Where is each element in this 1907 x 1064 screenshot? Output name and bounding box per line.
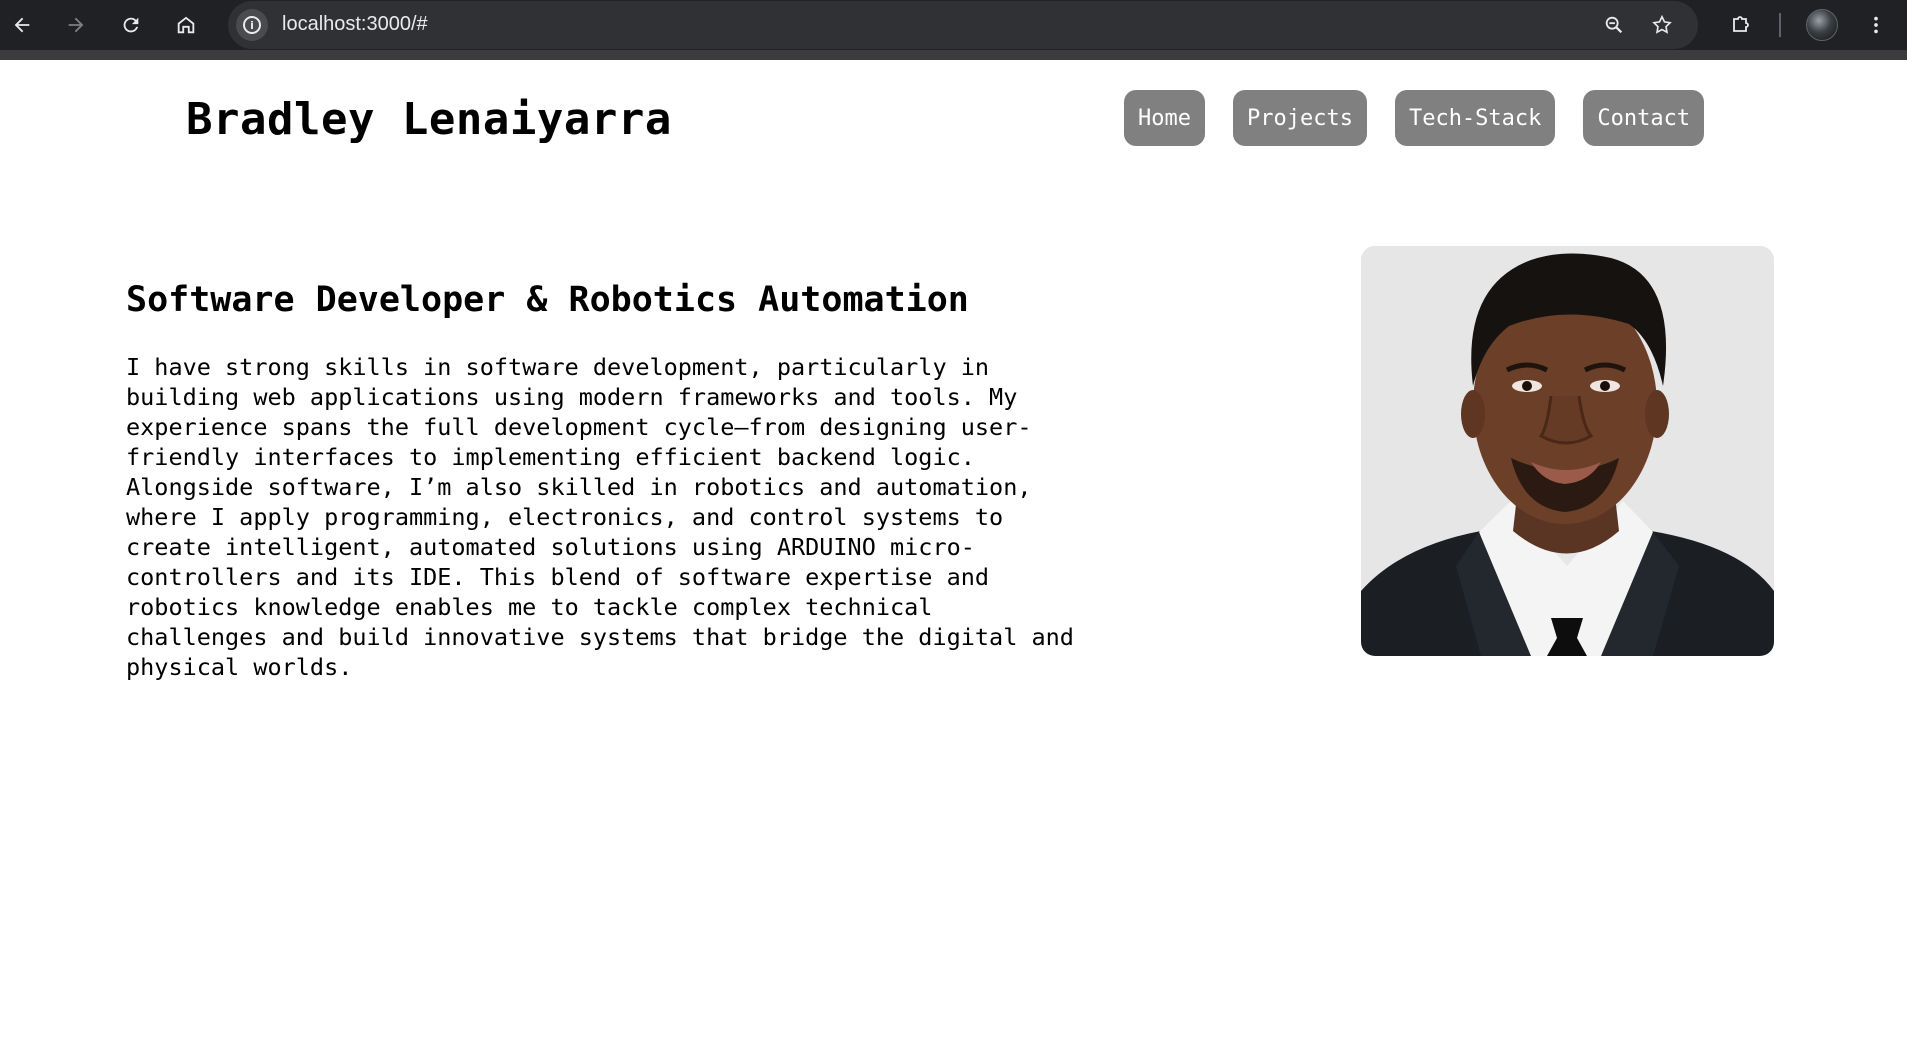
hero-heading: Software Developer & Robotics Automation xyxy=(126,280,969,320)
kebab-menu-icon xyxy=(1874,16,1878,34)
reload-button[interactable] xyxy=(113,7,149,43)
home-button[interactable] xyxy=(168,7,204,43)
nav-projects[interactable]: Projects xyxy=(1232,90,1367,146)
info-icon: i xyxy=(243,16,261,34)
extensions-button[interactable] xyxy=(1722,7,1758,43)
nav-home[interactable]: Home xyxy=(1124,90,1205,146)
address-bar[interactable]: i localhost:3000/# xyxy=(228,1,1698,49)
zoom-icon xyxy=(1605,16,1623,34)
main-nav: Home Projects Tech-Stack Contact xyxy=(1124,90,1705,146)
portrait-image xyxy=(1361,246,1774,656)
menu-button[interactable] xyxy=(1858,7,1894,43)
home-icon xyxy=(177,16,195,34)
browser-toolbar-edge xyxy=(0,50,1907,60)
zoom-button[interactable] xyxy=(1598,9,1630,41)
reload-icon xyxy=(123,17,139,33)
forward-button[interactable] xyxy=(58,7,94,43)
bookmark-button[interactable] xyxy=(1646,9,1678,41)
arrow-left-icon xyxy=(14,17,30,33)
nav-contact[interactable]: Contact xyxy=(1583,90,1705,146)
hero-paragraph: I have strong skills in software develop… xyxy=(126,353,1074,681)
url-text[interactable]: localhost:3000/# xyxy=(282,13,428,36)
toolbar-separator xyxy=(1779,13,1781,37)
back-button[interactable] xyxy=(4,7,40,43)
profile-photo xyxy=(1361,246,1774,656)
puzzle-icon xyxy=(1733,16,1749,32)
nav-tech-stack[interactable]: Tech-Stack xyxy=(1394,90,1556,146)
site-info-button[interactable]: i xyxy=(236,9,268,41)
profile-avatar[interactable] xyxy=(1806,9,1838,41)
browser-chrome: i localhost:3000/# xyxy=(0,0,1907,60)
site-title: Bradley Lenaiyarra xyxy=(186,94,672,145)
arrow-right-icon xyxy=(68,17,84,33)
star-icon xyxy=(1652,14,1672,34)
